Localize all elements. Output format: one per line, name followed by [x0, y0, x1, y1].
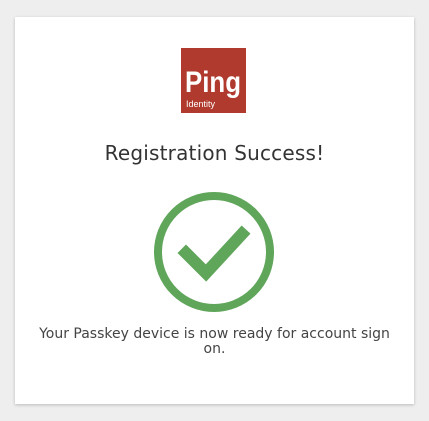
page-title: Registration Success! [104, 141, 325, 165]
check-circle-icon [154, 192, 274, 312]
success-message: Your Passkey device is now ready for acc… [39, 326, 390, 357]
logo-sub-text: Identity [186, 99, 216, 109]
ping-identity-logo: Ping Identity [181, 48, 246, 113]
logo-brand-text: Ping [185, 66, 241, 99]
ping-identity-logo-icon: Ping Identity [181, 48, 246, 113]
success-indicator [153, 191, 275, 313]
registration-card: Ping Identity Registration Success! Your… [15, 17, 414, 404]
